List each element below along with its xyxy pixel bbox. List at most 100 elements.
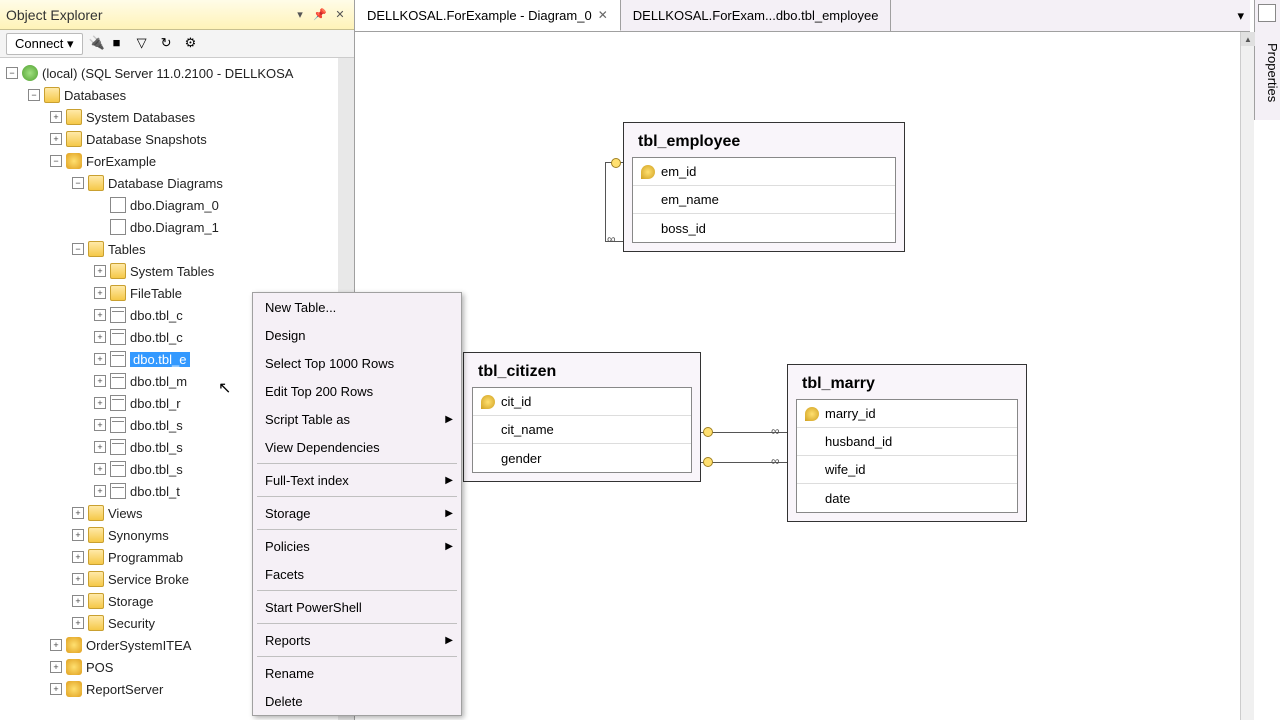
stop-icon[interactable]: ■ — [113, 35, 131, 53]
tab-tbl-employee[interactable]: DELLKOSAL.ForExam...dbo.tbl_employee — [621, 0, 892, 31]
table-icon — [110, 395, 126, 411]
properties-tab[interactable]: Properties — [1254, 0, 1280, 120]
expander-icon[interactable]: + — [72, 507, 84, 519]
column-row[interactable]: em_name — [633, 186, 895, 214]
expander-icon[interactable]: − — [28, 89, 40, 101]
menu-separator — [257, 590, 457, 591]
close-icon[interactable]: ✕ — [598, 8, 608, 22]
tree-server-node[interactable]: −(local) (SQL Server 11.0.2100 - DELLKOS… — [0, 62, 354, 84]
column-row[interactable]: marry_id — [797, 400, 1017, 428]
explorer-header: Object Explorer ▾ 📌 ✕ — [0, 0, 354, 30]
diagram-icon — [110, 197, 126, 213]
menu-fulltext[interactable]: Full-Text index▶ — [253, 466, 461, 494]
column-row[interactable]: husband_id — [797, 428, 1017, 456]
expander-icon[interactable]: + — [50, 683, 62, 695]
expander-icon[interactable]: + — [72, 595, 84, 607]
expander-icon[interactable]: + — [94, 463, 106, 475]
expander-icon[interactable]: + — [50, 111, 62, 123]
expander-icon[interactable]: + — [94, 353, 106, 365]
expander-icon[interactable]: + — [94, 331, 106, 343]
editor-tab-bar: DELLKOSAL.ForExample - Diagram_0✕ DELLKO… — [355, 0, 1250, 32]
expander-icon[interactable]: − — [6, 67, 18, 79]
relation-endcap-icon: ∞ — [771, 424, 780, 438]
expander-icon[interactable]: + — [50, 133, 62, 145]
column-row[interactable]: cit_name — [473, 416, 691, 444]
expander-icon[interactable]: + — [94, 287, 106, 299]
folder-icon — [88, 505, 104, 521]
filter-icon[interactable]: ▽ — [137, 35, 155, 53]
expander-icon[interactable]: + — [94, 419, 106, 431]
expander-icon[interactable]: + — [50, 661, 62, 673]
expander-icon[interactable]: + — [72, 573, 84, 585]
connect-button[interactable]: Connect ▾ — [6, 33, 83, 55]
menu-policies[interactable]: Policies▶ — [253, 532, 461, 560]
close-icon[interactable]: ✕ — [332, 7, 348, 23]
selected-table[interactable]: dbo.tbl_e — [130, 352, 190, 367]
chevron-right-icon: ▶ — [445, 635, 453, 646]
database-icon — [66, 153, 82, 169]
folder-icon — [88, 175, 104, 191]
menu-separator — [257, 623, 457, 624]
relation-endcap-icon: ∞ — [771, 454, 780, 468]
column-row[interactable]: em_id — [633, 158, 895, 186]
folder-icon — [88, 549, 104, 565]
expander-icon[interactable]: − — [50, 155, 62, 167]
menu-script-table[interactable]: Script Table as▶ — [253, 405, 461, 433]
menu-select-top[interactable]: Select Top 1000 Rows — [253, 349, 461, 377]
canvas-scrollbar[interactable]: ▲ — [1240, 32, 1254, 720]
expander-icon[interactable]: + — [94, 441, 106, 453]
diagram-canvas[interactable]: ▲ tbl_employee em_id em_name boss_id ∞ t… — [355, 32, 1254, 720]
menu-new-table[interactable]: New Table... — [253, 293, 461, 321]
menu-storage[interactable]: Storage▶ — [253, 499, 461, 527]
folder-icon — [110, 285, 126, 301]
column-row[interactable]: wife_id — [797, 456, 1017, 484]
expander-icon[interactable]: + — [94, 265, 106, 277]
table-icon — [110, 417, 126, 433]
scroll-up-icon[interactable]: ▲ — [1241, 32, 1255, 46]
disconnect-icon[interactable]: 🔌 — [89, 35, 107, 53]
table-employee[interactable]: tbl_employee em_id em_name boss_id — [623, 122, 905, 252]
expander-icon[interactable]: − — [72, 177, 84, 189]
dropdown-icon[interactable]: ▾ — [292, 7, 308, 23]
explorer-toolbar: Connect ▾ 🔌 ■ ▽ ↻ ⚙ — [0, 30, 354, 58]
column-row[interactable]: cit_id — [473, 388, 691, 416]
folder-icon — [88, 593, 104, 609]
expander-icon[interactable]: + — [72, 529, 84, 541]
menu-facets[interactable]: Facets — [253, 560, 461, 588]
menu-rename[interactable]: Rename — [253, 659, 461, 687]
pin-icon[interactable]: 📌 — [312, 7, 328, 23]
menu-separator — [257, 529, 457, 530]
expander-icon[interactable]: + — [94, 375, 106, 387]
menu-design[interactable]: Design — [253, 321, 461, 349]
table-title: tbl_employee — [628, 127, 900, 157]
expander-icon[interactable]: + — [94, 485, 106, 497]
menu-edit-top[interactable]: Edit Top 200 Rows — [253, 377, 461, 405]
relation-endcap-icon: ∞ — [607, 232, 616, 246]
expander-icon[interactable]: + — [72, 551, 84, 563]
options-icon[interactable]: ⚙ — [185, 35, 203, 53]
table-marry[interactable]: tbl_marry marry_id husband_id wife_id da… — [787, 364, 1027, 522]
column-row[interactable]: boss_id — [633, 214, 895, 242]
expander-icon[interactable]: + — [94, 309, 106, 321]
tab-dropdown[interactable]: ▾ — [1231, 0, 1250, 31]
menu-powershell[interactable]: Start PowerShell — [253, 593, 461, 621]
chevron-right-icon: ▶ — [445, 541, 453, 552]
table-icon — [110, 439, 126, 455]
explorer-title: Object Explorer — [6, 7, 288, 23]
table-context-menu: New Table... Design Select Top 1000 Rows… — [252, 292, 462, 716]
column-row[interactable]: gender — [473, 444, 691, 472]
menu-delete[interactable]: Delete — [253, 687, 461, 715]
folder-icon — [110, 263, 126, 279]
expander-icon[interactable]: + — [72, 617, 84, 629]
expander-icon[interactable]: + — [50, 639, 62, 651]
menu-reports[interactable]: Reports▶ — [253, 626, 461, 654]
key-icon — [481, 395, 495, 409]
expander-icon[interactable]: − — [72, 243, 84, 255]
refresh-icon[interactable]: ↻ — [161, 35, 179, 53]
column-row[interactable]: date — [797, 484, 1017, 512]
chevron-right-icon: ▶ — [445, 414, 453, 425]
menu-view-deps[interactable]: View Dependencies — [253, 433, 461, 461]
table-citizen[interactable]: tbl_citizen cit_id cit_name gender — [463, 352, 701, 482]
expander-icon[interactable]: + — [94, 397, 106, 409]
tab-diagram-0[interactable]: DELLKOSAL.ForExample - Diagram_0✕ — [355, 0, 621, 31]
